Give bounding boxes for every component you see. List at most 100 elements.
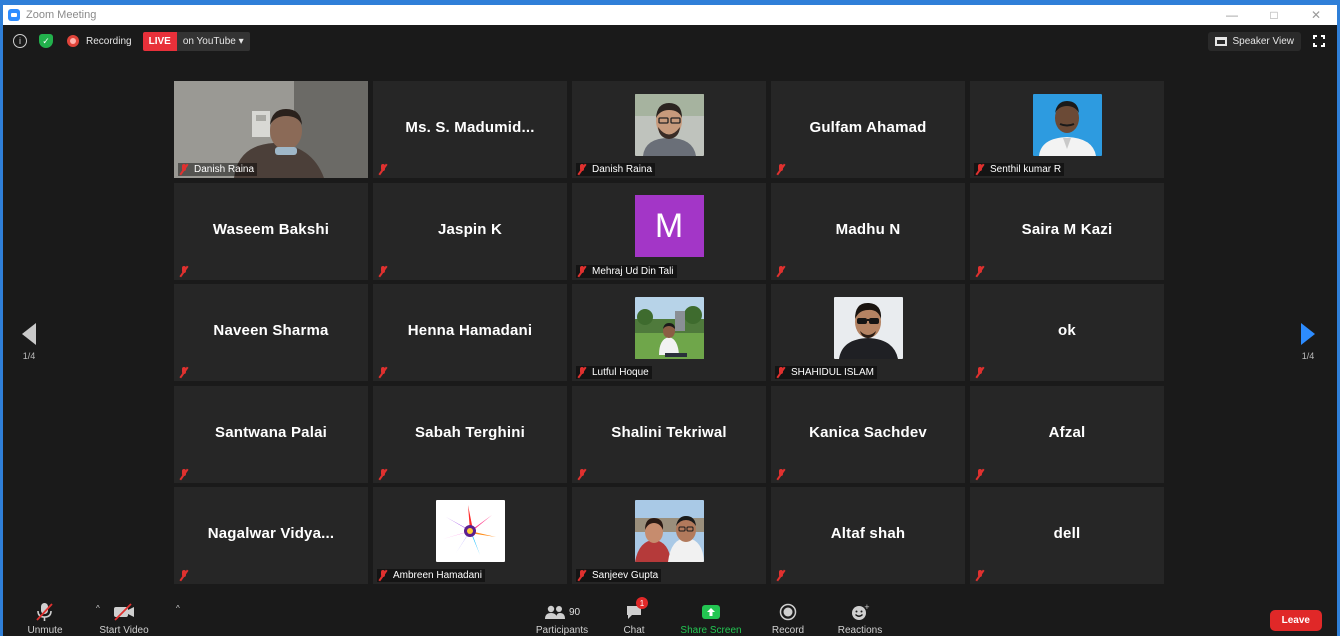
participant-tile[interactable]: Jaspin K: [373, 182, 567, 280]
participant-tile[interactable]: Ambreen Hamadani: [373, 487, 567, 585]
participant-tile[interactable]: Saira M Kazi: [970, 182, 1164, 280]
participant-display-name: Altaf shah: [830, 525, 906, 543]
video-off-icon: ^: [112, 602, 180, 622]
mic-muted-icon: [776, 468, 786, 480]
participant-tile[interactable]: Lutful Hoque: [572, 284, 766, 382]
participant-tile[interactable]: Henna Hamadani: [373, 284, 567, 382]
participant-name-tag: [377, 163, 396, 176]
chevron-down-icon: ▾: [238, 35, 244, 47]
participant-name-label: Senthil kumar R: [990, 164, 1062, 175]
participant-name-label: Danish Raina: [194, 164, 255, 175]
participant-tile[interactable]: Naveen Sharma: [174, 284, 368, 382]
participant-name-tag: Lutful Hoque: [576, 366, 652, 380]
page-indicator-right: 1/4: [1301, 351, 1315, 361]
fullscreen-icon[interactable]: [1313, 35, 1325, 47]
participant-name-tag: [576, 468, 595, 481]
participant-name-tag: SHAHIDUL ISLAM: [775, 366, 877, 380]
live-target-label: on YouTube: [182, 35, 236, 47]
leave-button[interactable]: Leave: [1269, 610, 1322, 631]
mic-muted-icon: [179, 570, 189, 581]
chat-button[interactable]: 1 Chat: [599, 597, 669, 636]
share-screen-label: Share Screen: [680, 625, 742, 636]
speaker-view-button[interactable]: Speaker View: [1208, 31, 1301, 51]
participants-count: 90: [568, 606, 581, 618]
mic-muted-icon: [975, 367, 985, 378]
record-label: Record: [771, 625, 805, 636]
participant-name-tag: Danish Raina: [576, 163, 656, 176]
title-bar: Zoom Meeting — □ ✕: [3, 5, 1337, 25]
participant-tile[interactable]: Danish Raina: [572, 81, 766, 178]
mic-muted-icon: [378, 468, 388, 480]
participant-name-tag: [775, 265, 794, 278]
reactions-button[interactable]: + Reactions: [825, 602, 895, 636]
participant-tile[interactable]: Nagalwar Vidya...: [174, 487, 368, 585]
next-page-button[interactable]: 1/4: [1293, 323, 1323, 361]
participant-avatar-letter: M: [634, 195, 704, 258]
participant-name-tag: [178, 366, 197, 379]
meeting-info-icon[interactable]: i: [13, 34, 27, 48]
share-screen-button[interactable]: Share Screen: [676, 602, 746, 636]
participant-name-label: Lutful Hoque: [592, 367, 649, 379]
mic-muted-icon: [776, 265, 786, 277]
participant-tile[interactable]: Senthil kumar R: [970, 81, 1164, 178]
window-controls: — □ ✕: [1211, 5, 1337, 25]
participant-tile[interactable]: Gulfam Ahamad: [771, 81, 965, 178]
record-button[interactable]: Record: [753, 602, 823, 636]
recording-icon: [67, 35, 79, 47]
mic-muted-icon: [776, 367, 786, 378]
participant-name-tag: [775, 569, 794, 582]
unmute-label: Unmute: [27, 625, 63, 636]
participant-tile[interactable]: Altaf shah: [771, 487, 965, 585]
participant-name-tag: [377, 366, 396, 379]
chat-icon: 1: [625, 597, 648, 622]
maximize-icon[interactable]: □: [1253, 5, 1295, 25]
participant-display-name: Saira M Kazi: [1021, 220, 1113, 238]
participant-name-tag: [974, 366, 993, 379]
participant-name-tag: [775, 163, 794, 176]
participant-tile[interactable]: Sanjeev Gupta: [572, 487, 766, 585]
participant-tile[interactable]: Ms. S. Madumid...: [373, 81, 567, 178]
participants-button[interactable]: 90 Participants: [527, 602, 597, 636]
video-options-chevron[interactable]: ^: [176, 604, 180, 613]
participant-tile[interactable]: Shalini Tekriwal: [572, 385, 766, 483]
participant-name-tag: [974, 265, 993, 278]
participant-tile[interactable]: dell: [970, 487, 1164, 585]
unmute-button[interactable]: ^ Unmute: [10, 602, 100, 636]
close-icon[interactable]: ✕: [1295, 5, 1337, 25]
window-title: Zoom Meeting: [26, 9, 97, 21]
participant-display-name: Waseem Bakshi: [212, 220, 330, 238]
participant-tile[interactable]: Kanica Sachdev: [771, 385, 965, 483]
participant-display-name: Sabah Terghini: [414, 423, 526, 441]
mic-muted-icon: [378, 265, 388, 277]
chat-label: Chat: [623, 625, 645, 636]
participant-name-tag: [974, 468, 993, 481]
previous-page-button[interactable]: 1/4: [14, 323, 44, 361]
participant-tile[interactable]: Madhu N: [771, 182, 965, 280]
security-shield-icon[interactable]: ✓: [39, 34, 53, 48]
participant-tile[interactable]: Sabah Terghini: [373, 385, 567, 483]
participant-tile[interactable]: ok: [970, 284, 1164, 382]
participant-tile[interactable]: Waseem Bakshi: [174, 182, 368, 280]
mic-muted-icon: [179, 164, 189, 175]
participant-display-name: Shalini Tekriwal: [611, 423, 727, 441]
participant-name-label: Sanjeev Gupta: [592, 570, 659, 582]
participant-tile[interactable]: Santwana Palai: [174, 385, 368, 483]
minimize-icon[interactable]: —: [1211, 5, 1253, 25]
participant-display-name: Naveen Sharma: [213, 322, 329, 340]
participant-display-name: Kanica Sachdev: [809, 423, 927, 441]
recording-label: Recording: [86, 35, 132, 47]
mic-muted-icon: [975, 570, 985, 581]
participant-tile[interactable]: M Mehraj Ud Din Tali: [572, 182, 766, 280]
participant-name-tag: [178, 569, 197, 582]
mic-muted-icon: [577, 367, 587, 378]
participant-display-name: dell: [1053, 525, 1081, 543]
participant-tile[interactable]: SHAHIDUL ISLAM: [771, 284, 965, 382]
live-stream-dropdown[interactable]: on YouTube ▾: [176, 31, 250, 51]
participant-tile[interactable]: Danish Raina: [174, 81, 368, 178]
participant-tile[interactable]: Afzal: [970, 385, 1164, 483]
participant-display-name: Henna Hamadani: [407, 322, 533, 340]
participants-label: Participants: [535, 625, 589, 636]
start-video-button[interactable]: ^ Start Video: [89, 602, 180, 636]
participant-name-tag: [377, 265, 396, 278]
mic-muted-icon: [378, 164, 388, 175]
